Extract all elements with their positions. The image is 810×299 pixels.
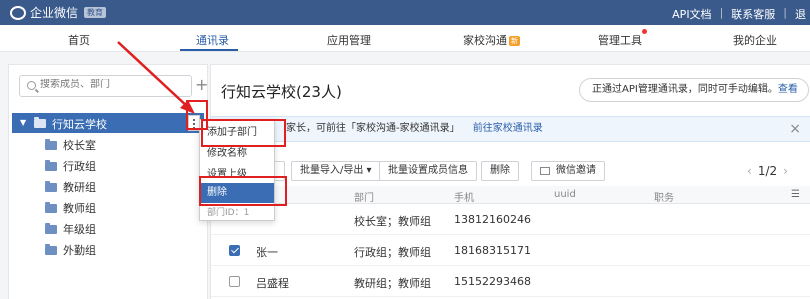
tree-item-principal-office[interactable]: 校长室 — [45, 135, 96, 155]
department-sidebar: + ▼ 行知云学校 校长室 行政组 教研组 教师组 年级组 外勤组 — [8, 64, 208, 299]
chat-bubble-icon — [10, 5, 26, 20]
info-bar: 家长，可前往「家校沟通-家校通讯录」 前往家校通讯录 × — [211, 116, 810, 142]
search-box[interactable] — [19, 75, 192, 97]
wechat-invite-button[interactable]: 微信邀请 — [531, 161, 605, 181]
nav-contacts[interactable]: 通讯录 — [196, 32, 229, 48]
api-view-link[interactable]: 查看 — [778, 84, 798, 95]
page-title: 行知云学校(23人) — [221, 83, 342, 101]
nav-my-company[interactable]: 我的企业 — [733, 32, 777, 48]
caret-down-icon[interactable]: ▼ — [20, 118, 26, 127]
member-name: 吕盛程 — [256, 277, 289, 290]
tree-item-label: 年级组 — [63, 223, 96, 236]
member-phone: 15152293468 — [454, 275, 531, 288]
folder-icon — [45, 180, 57, 192]
notification-dot — [642, 29, 647, 34]
member-department: 校长室；教师组 — [354, 215, 431, 228]
separator: | — [783, 6, 787, 19]
member-name: 张一 — [256, 246, 278, 259]
folder-icon — [45, 243, 57, 255]
column-phone: 手机 — [454, 193, 474, 204]
toolbar: 批量导入/导出 ▾ 批量设置成员信息 删除 微信邀请 ‹ 1/2 › — [211, 161, 810, 183]
info-text: 家长，可前往「家校沟通-家校通讯录」 — [286, 123, 460, 134]
tree-item-label: 校长室 — [63, 139, 96, 152]
import-export-button[interactable]: 批量导入/导出 ▾ — [291, 161, 381, 181]
pager: ‹ 1/2 › — [741, 164, 794, 178]
api-docs-link[interactable]: API文档 — [672, 6, 711, 22]
tree-item-label: 外勤组 — [63, 244, 96, 257]
row-checkbox[interactable] — [229, 245, 240, 256]
nav-app-management[interactable]: 应用管理 — [327, 32, 371, 48]
logo[interactable]: 企业微信 教育 — [10, 4, 107, 21]
highlight-delete — [199, 176, 287, 206]
separator: | — [719, 6, 724, 19]
top-bar: 企业微信 教育 API文档 | 联系客服 | 退 — [0, 0, 810, 25]
contact-support-link[interactable]: 联系客服 — [731, 6, 775, 22]
tree-item-grade-group[interactable]: 年级组 — [45, 219, 96, 239]
nav-home[interactable]: 首页 — [68, 32, 90, 48]
column-uuid: uuid — [554, 189, 576, 200]
folder-icon — [45, 138, 57, 150]
table-row[interactable]: 吕盛程 教研组；教师组 15152293468 — [211, 267, 810, 297]
table-row[interactable]: 张一 行政组；教师组 18168315171 — [211, 236, 810, 266]
api-notice-text: 正通过API管理通讯录，同时可手动编辑。 — [592, 84, 778, 95]
search-icon — [27, 81, 36, 90]
add-department-button[interactable]: + — [195, 75, 208, 95]
prev-page-icon[interactable]: ‹ — [747, 164, 752, 178]
member-phone: 13812160246 — [454, 213, 531, 226]
tree-item-admin-group[interactable]: 行政组 — [45, 156, 96, 176]
home-school-contacts-link[interactable]: 前往家校通讯录 — [473, 123, 543, 134]
nav-management-tools[interactable]: 管理工具 — [598, 32, 642, 48]
tree-item-label: 行政组 — [63, 160, 96, 173]
tree-item-label: 教研组 — [63, 181, 96, 194]
department-id-label: 部门ID：1 — [207, 208, 250, 218]
wechat-invite-label: 微信邀请 — [556, 165, 596, 176]
member-phone: 18168315171 — [454, 244, 531, 257]
close-icon[interactable]: × — [789, 117, 801, 141]
logout-link[interactable]: 退 — [795, 6, 806, 22]
table-row[interactable]: 校长室；教师组 13812160246 — [211, 205, 810, 235]
logo-badge: 教育 — [84, 7, 107, 18]
tree-item-research-group[interactable]: 教研组 — [45, 177, 96, 197]
folder-icon — [45, 159, 57, 171]
top-links: API文档 | 联系客服 | 退 — [672, 6, 806, 22]
tree-root-label: 行知云学校 — [52, 118, 107, 131]
folder-icon — [45, 201, 57, 213]
main-content: 行知云学校(23人) 正通过API管理通讯录，同时可手动编辑。查看 家长，可前往… — [210, 64, 810, 299]
bulk-set-info-button[interactable]: 批量设置成员信息 — [379, 161, 477, 181]
page-indicator: 1/2 — [757, 164, 778, 178]
folder-icon — [45, 222, 57, 234]
tree-item-teacher-group[interactable]: 教师组 — [45, 198, 96, 218]
tree-root-item[interactable]: ▼ 行知云学校 — [12, 113, 204, 133]
nav-home-school[interactable]: 家校沟通新 — [463, 32, 520, 48]
table-header: 部门 手机 uuid 职务 ☰ — [211, 186, 810, 204]
column-position: 职务 — [654, 193, 674, 204]
rename-item[interactable]: 修改名称 — [200, 144, 274, 164]
api-notice: 正通过API管理通讯录，同时可手动编辑。查看 — [579, 78, 809, 102]
grid-icon — [540, 167, 550, 175]
delete-button[interactable]: 删除 — [481, 161, 519, 181]
column-settings-icon[interactable]: ☰ — [791, 189, 800, 200]
new-badge: 新 — [509, 36, 520, 46]
highlight-add-subdepartment — [201, 119, 286, 147]
member-department: 行政组；教师组 — [354, 246, 431, 259]
logo-text: 企业微信 — [30, 6, 79, 20]
member-department: 教研组；教师组 — [354, 277, 431, 290]
tree-item-field-group[interactable]: 外勤组 — [45, 240, 96, 260]
main-nav: 首页 通讯录 应用管理 家校沟通新 管理工具 我的企业 — [0, 25, 810, 52]
next-page-icon[interactable]: › — [783, 164, 788, 178]
search-input[interactable] — [40, 79, 185, 90]
column-department: 部门 — [354, 193, 374, 204]
row-checkbox[interactable] — [229, 276, 240, 287]
nav-home-school-label: 家校沟通 — [463, 34, 507, 47]
nav-active-indicator — [180, 49, 238, 51]
tree-item-label: 教师组 — [63, 202, 96, 215]
folder-icon — [34, 117, 46, 128]
